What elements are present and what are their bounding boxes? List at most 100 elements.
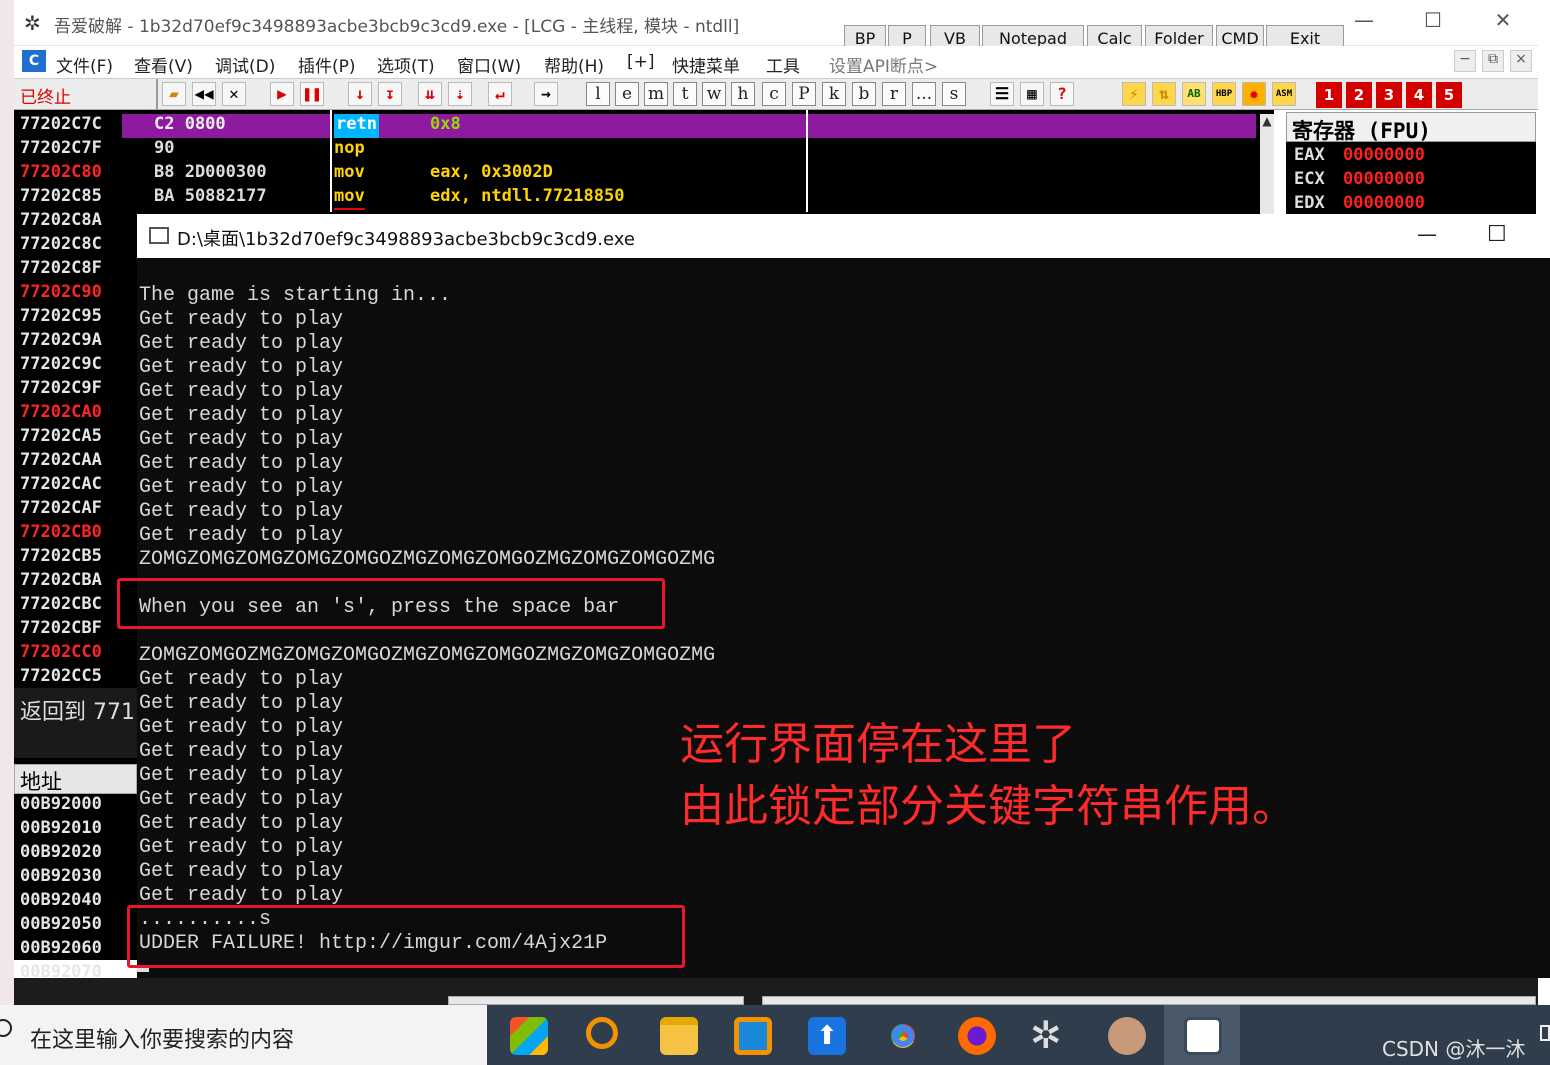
menu-api-breakpoint[interactable]: 设置API断点>: [829, 52, 938, 77]
hbp-icon[interactable]: HBP: [1212, 82, 1236, 106]
dump-address[interactable]: 00B92010: [20, 818, 102, 842]
chrome-icon[interactable]: [884, 1017, 922, 1055]
menu-tools[interactable]: 工具: [766, 52, 800, 77]
file-explorer-icon[interactable]: [660, 1017, 698, 1055]
firefox-icon[interactable]: [958, 1017, 996, 1055]
plugin-gear-icon[interactable]: ✹: [1242, 82, 1266, 106]
run-trace-button[interactable]: ...: [912, 82, 936, 106]
open-icon[interactable]: ▰: [162, 82, 186, 106]
references-button[interactable]: r: [882, 82, 906, 106]
disasm-address[interactable]: 77202CB5: [20, 546, 102, 570]
maximize-button[interactable]: ☐: [1418, 8, 1448, 32]
minimize-button[interactable]: —: [1349, 8, 1379, 32]
threads-button[interactable]: t: [673, 82, 697, 106]
plugin-ab-icon[interactable]: AB: [1182, 82, 1206, 106]
reg-eax-value[interactable]: 00000000: [1343, 145, 1425, 165]
disasm-address[interactable]: 77202CAA: [20, 450, 102, 474]
disasm-address[interactable]: 77202CA0: [20, 402, 102, 426]
executable-modules-button[interactable]: e: [615, 82, 639, 106]
feishu-icon[interactable]: ⬆: [808, 1017, 846, 1055]
grid-icon[interactable]: ▦: [1020, 82, 1044, 106]
disasm-address[interactable]: 77202C9A: [20, 330, 102, 354]
disasm-address[interactable]: 77202CA5: [20, 426, 102, 450]
windows-button[interactable]: w: [702, 82, 726, 106]
bookmark-2-button[interactable]: 2: [1346, 82, 1372, 108]
asm-icon[interactable]: ASM: [1272, 82, 1296, 106]
menu-debug[interactable]: 调试(D): [215, 52, 275, 77]
plugin-a-icon[interactable]: ⚡: [1122, 82, 1146, 106]
dump-address[interactable]: 00B92060: [20, 938, 102, 962]
step-into-icon[interactable]: ↓: [348, 82, 372, 106]
mdi-close-button[interactable]: ×: [1510, 50, 1532, 72]
menu-shortcuts[interactable]: 快捷菜单: [672, 52, 740, 77]
console-taskbar-icon[interactable]: [1184, 1017, 1222, 1055]
source-button[interactable]: s: [942, 82, 966, 106]
dump-address[interactable]: 00B92020: [20, 842, 102, 866]
disasm-address[interactable]: 77202C9F: [20, 378, 102, 402]
disasm-address[interactable]: 77202CC0: [20, 642, 102, 666]
disasm-address[interactable]: 77202CBF: [20, 618, 102, 642]
child-window-icon[interactable]: C: [22, 50, 46, 72]
call-stack-button[interactable]: k: [822, 82, 846, 106]
console-minimize-button[interactable]: —: [1417, 222, 1437, 246]
memory-map-button[interactable]: m: [644, 82, 668, 106]
menu-view[interactable]: 查看(V): [134, 52, 193, 77]
disasm-address[interactable]: 77202C9C: [20, 354, 102, 378]
disasm-address[interactable]: 77202C8A: [20, 210, 102, 234]
trace-into-icon[interactable]: ⇊: [418, 82, 442, 106]
menu-window[interactable]: 窗口(W): [457, 52, 521, 77]
goto-icon[interactable]: →: [534, 82, 558, 106]
breakpoints-button[interactable]: b: [852, 82, 876, 106]
disasm-address[interactable]: 77202C8C: [20, 234, 102, 258]
reg-edx-value[interactable]: 00000000: [1343, 193, 1425, 213]
menu-plus[interactable]: [+]: [627, 52, 655, 72]
menu-plugins[interactable]: 插件(P): [298, 52, 356, 77]
disasm-address[interactable]: 77202C95: [20, 306, 102, 330]
mdi-minimize-button[interactable]: −: [1454, 50, 1476, 72]
horizontal-scrollbar-2[interactable]: [762, 996, 1536, 1005]
avatar-app-icon[interactable]: [1108, 1017, 1146, 1055]
run-icon[interactable]: ▶: [270, 82, 294, 106]
disasm-address[interactable]: 77202C80: [20, 162, 102, 186]
disasm-address[interactable]: 77202C7F: [20, 138, 102, 162]
plugin-b-icon[interactable]: ⇅: [1152, 82, 1176, 106]
disasm-address[interactable]: 77202CBA: [20, 570, 102, 594]
bookmark-3-button[interactable]: 3: [1376, 82, 1402, 108]
notification-icon[interactable]: [1540, 1025, 1550, 1041]
bookmark-1-button[interactable]: 1: [1316, 82, 1342, 108]
disasm-scroll-up[interactable]: ▲: [1260, 114, 1274, 214]
trace-over-icon[interactable]: ⇣: [448, 82, 472, 106]
step-over-icon[interactable]: ↧: [378, 82, 402, 106]
menu-options[interactable]: 选项(T): [377, 52, 435, 77]
bookmark-5-button[interactable]: 5: [1436, 82, 1462, 108]
search-app-icon[interactable]: [586, 1017, 618, 1049]
help-icon[interactable]: ?: [1050, 82, 1074, 106]
disasm-address[interactable]: 77202C8F: [20, 258, 102, 282]
reg-ecx-value[interactable]: 00000000: [1343, 169, 1425, 189]
disasm-address[interactable]: 77202CB0: [20, 522, 102, 546]
menu-file[interactable]: 文件(F): [56, 52, 113, 77]
bookmark-4-button[interactable]: 4: [1406, 82, 1432, 108]
dump-address[interactable]: 00B92000: [20, 794, 102, 818]
disasm-address[interactable]: 77202CAF: [20, 498, 102, 522]
disasm-address[interactable]: 77202CBC: [20, 594, 102, 618]
close-file-icon[interactable]: ✕: [222, 82, 246, 106]
horizontal-scrollbar[interactable]: [448, 996, 744, 1005]
handles-button[interactable]: h: [731, 82, 755, 106]
disasm-address[interactable]: 77202C85: [20, 186, 102, 210]
disasm-address[interactable]: 77202CAC: [20, 474, 102, 498]
dump-address[interactable]: 00B92030: [20, 866, 102, 890]
debugger-taskbar-icon[interactable]: ✲: [1030, 1013, 1062, 1057]
windows-explorer-icon[interactable]: [510, 1017, 548, 1055]
log-window-button[interactable]: l: [586, 82, 610, 106]
disasm-address[interactable]: 77202CC5: [20, 666, 102, 690]
cpu-button[interactable]: c: [762, 82, 786, 106]
console-maximize-button[interactable]: ☐: [1487, 222, 1507, 247]
taskbar-search[interactable]: 在这里输入你要搜索的内容: [0, 1005, 487, 1065]
pause-icon[interactable]: ❚❚: [300, 82, 324, 106]
disasm-address[interactable]: 77202C7C: [20, 114, 102, 138]
dump-address[interactable]: 00B92050: [20, 914, 102, 938]
list-icon[interactable]: ☰: [990, 82, 1014, 106]
close-button[interactable]: ✕: [1488, 8, 1518, 32]
remote-app-icon[interactable]: [734, 1017, 772, 1055]
